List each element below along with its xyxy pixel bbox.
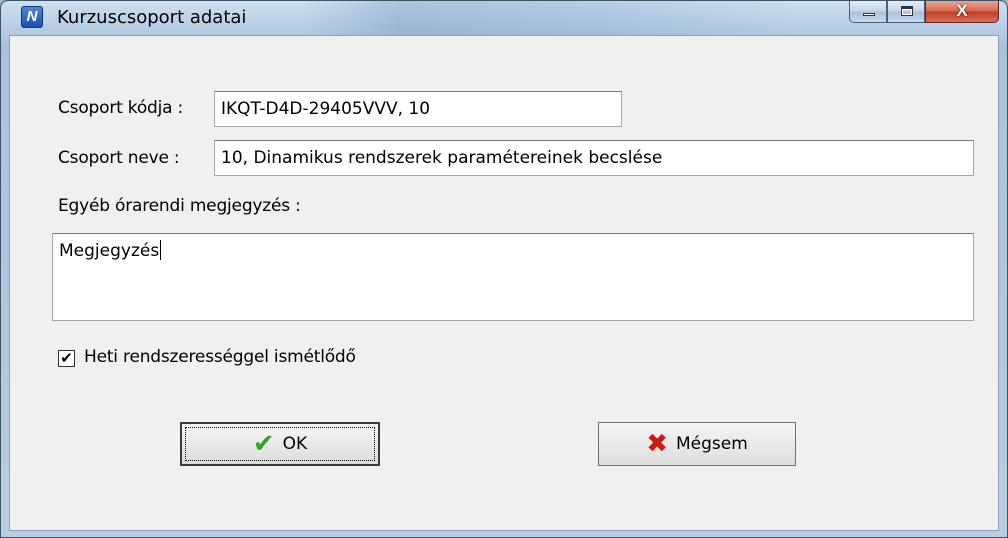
text-caret: [160, 240, 162, 260]
maximize-button[interactable]: [887, 1, 925, 23]
group-code-input[interactable]: IKQT-D4D-29405VVV, 10: [214, 91, 622, 127]
app-logo-icon: N: [21, 6, 43, 28]
title-bar-background: [301, 1, 801, 35]
maximize-icon: [901, 6, 913, 16]
weekly-checkbox[interactable]: ✔: [58, 350, 75, 367]
ok-button[interactable]: ✔ OK: [180, 422, 380, 466]
cancel-button[interactable]: ✖ Mégsem: [598, 422, 796, 466]
close-button[interactable]: X: [925, 1, 999, 23]
dialog-window: N Kurzuscsoport adatai X Csoport kódja :…: [0, 0, 1008, 538]
note-text: Megjegyzés: [59, 241, 160, 261]
note-label: Egyéb órarendi megjegyzés :: [58, 196, 301, 216]
minimize-icon: [863, 13, 875, 16]
close-icon: X: [956, 1, 968, 20]
title-bar[interactable]: N Kurzuscsoport adatai X: [1, 1, 1007, 35]
window-title: Kurzuscsoport adatai: [57, 7, 247, 28]
weekly-checkbox-label[interactable]: Heti rendszerességgel ismétlődő: [84, 347, 356, 367]
red-x-icon: ✖: [646, 429, 668, 459]
minimize-button[interactable]: [849, 1, 887, 23]
group-name-label: Csoport neve :: [58, 148, 180, 168]
cancel-button-label: Mégsem: [676, 434, 748, 454]
ok-button-label: OK: [282, 434, 308, 454]
group-name-input[interactable]: 10, Dinamikus rendszerek paramétereinek …: [214, 140, 974, 176]
caption-buttons: X: [849, 1, 999, 23]
note-textarea[interactable]: Megjegyzés: [52, 233, 974, 321]
dialog-content: Csoport kódja : IKQT-D4D-29405VVV, 10 Cs…: [9, 35, 999, 531]
checkmark-icon: ✔: [252, 429, 275, 459]
group-code-label: Csoport kódja :: [58, 98, 184, 118]
